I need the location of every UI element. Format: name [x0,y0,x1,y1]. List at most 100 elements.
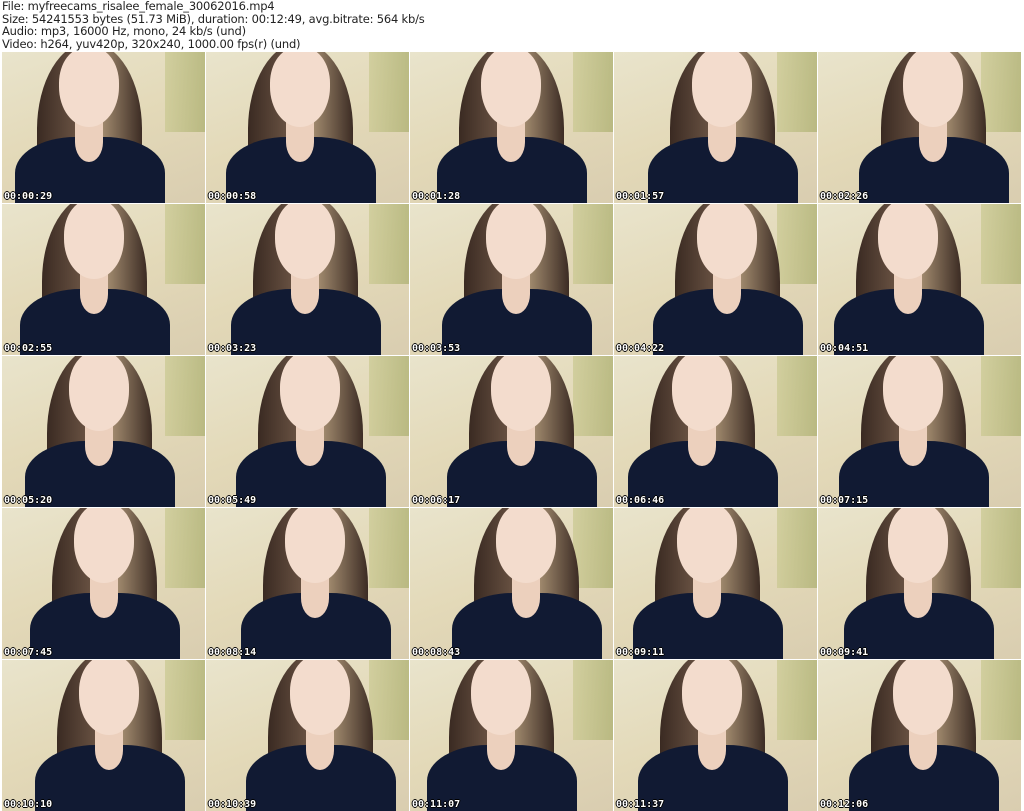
timestamp-label: 00:07:15 [820,495,869,506]
timestamp-label: 00:04:22 [616,343,665,354]
video-thumbnail: 00:04:22 [614,204,817,355]
timestamp-label: 00:04:51 [820,343,869,354]
curtain-graphic [369,660,409,740]
file-info-header: File: myfreecams_risalee_female_30062016… [2,0,425,50]
thumbnail-image-neck [502,274,530,314]
curtain-graphic [777,508,817,588]
video-thumbnail: 00:09:11 [614,508,817,659]
timestamp-label: 00:06:17 [412,495,461,506]
video-thumbnail: 00:07:15 [818,356,1021,507]
curtain-graphic [369,508,409,588]
thumbnail-image-neck [497,122,525,162]
thumbnail-image-neck [512,578,540,618]
thumbnail-image-neck [688,426,716,466]
curtain-graphic [165,204,205,284]
curtain-graphic [777,356,817,436]
timestamp-label: 00:02:26 [820,191,869,202]
curtain-graphic [981,52,1021,132]
thumbnail-image-neck [286,122,314,162]
timestamp-label: 00:01:28 [412,191,461,202]
video-thumbnail: 00:00:58 [206,52,409,203]
thumbnail-image-neck [909,730,937,770]
thumbnail-image-neck [85,426,113,466]
timestamp-label: 00:03:23 [208,343,257,354]
thumbnail-image-neck [693,578,721,618]
video-thumbnail: 00:04:51 [818,204,1021,355]
thumbnail-image-neck [708,122,736,162]
thumbnail-image-neck [80,274,108,314]
timestamp-label: 00:00:58 [208,191,257,202]
thumbnail-image-neck [919,122,947,162]
curtain-graphic [777,52,817,132]
curtain-graphic [369,356,409,436]
thumbnail-image-neck [95,730,123,770]
video-thumbnail: 00:06:17 [410,356,613,507]
audio-info: Audio: mp3, 16000 Hz, mono, 24 kb/s (und… [2,24,246,38]
timestamp-label: 00:05:49 [208,495,257,506]
timestamp-label: 00:09:11 [616,647,665,658]
curtain-graphic [369,52,409,132]
video-thumbnail: 00:08:43 [410,508,613,659]
video-thumbnail: 00:10:10 [2,660,205,811]
thumbnail-image-neck [90,578,118,618]
video-thumbnail: 00:08:14 [206,508,409,659]
curtain-graphic [777,204,817,284]
video-thumbnail: 00:01:28 [410,52,613,203]
thumbnail-image-neck [296,426,324,466]
curtain-graphic [165,52,205,132]
timestamp-label: 00:08:43 [412,647,461,658]
video-thumbnail: 00:11:07 [410,660,613,811]
curtain-graphic [165,660,205,740]
timestamp-label: 00:06:46 [616,495,665,506]
video-thumbnail: 00:09:41 [818,508,1021,659]
thumbnail-image-neck [899,426,927,466]
timestamp-label: 00:12:06 [820,799,869,810]
curtain-graphic [981,660,1021,740]
curtain-graphic [981,508,1021,588]
video-thumbnail: 00:10:39 [206,660,409,811]
timestamp-label: 00:03:53 [412,343,461,354]
timestamp-label: 00:02:55 [4,343,53,354]
timestamp-label: 00:07:45 [4,647,53,658]
file-name: File: myfreecams_risalee_female_30062016… [2,0,275,13]
thumbnail-image-neck [301,578,329,618]
thumbnail-image-neck [306,730,334,770]
timestamp-label: 00:00:29 [4,191,53,202]
thumbnail-image-neck [487,730,515,770]
curtain-graphic [573,508,613,588]
timestamp-label: 00:01:57 [616,191,665,202]
curtain-graphic [369,204,409,284]
thumbnail-image-neck [698,730,726,770]
video-thumbnail: 00:02:55 [2,204,205,355]
curtain-graphic [165,356,205,436]
curtain-graphic [573,52,613,132]
timestamp-label: 00:11:37 [616,799,665,810]
curtain-graphic [573,204,613,284]
video-thumbnail: 00:03:23 [206,204,409,355]
timestamp-label: 00:10:10 [4,799,53,810]
curtain-graphic [981,356,1021,436]
thumbnail-image-neck [894,274,922,314]
thumbnail-image-neck [75,122,103,162]
timestamp-label: 00:10:39 [208,799,257,810]
video-thumbnail: 00:00:29 [2,52,205,203]
video-thumbnail: 00:06:46 [614,356,817,507]
curtain-graphic [573,660,613,740]
video-thumbnail: 00:11:37 [614,660,817,811]
timestamp-label: 00:05:20 [4,495,53,506]
video-thumbnail: 00:05:49 [206,356,409,507]
video-info: Video: h264, yuv420p, 320x240, 1000.00 f… [2,36,301,51]
thumbnail-grid: 00:00:29 00:00:58 00:01:28 00:01:57 00:0… [2,52,1021,811]
timestamp-label: 00:11:07 [412,799,461,810]
thumbnail-image-neck [291,274,319,314]
video-thumbnail: 00:12:06 [818,660,1021,811]
curtain-graphic [981,204,1021,284]
timestamp-label: 00:09:41 [820,647,869,658]
thumbnail-image-neck [713,274,741,314]
timestamp-label: 00:08:14 [208,647,257,658]
video-thumbnail: 00:03:53 [410,204,613,355]
video-thumbnail: 00:07:45 [2,508,205,659]
thumbnail-image-neck [904,578,932,618]
thumbnail-image-neck [507,426,535,466]
video-thumbnail: 00:02:26 [818,52,1021,203]
